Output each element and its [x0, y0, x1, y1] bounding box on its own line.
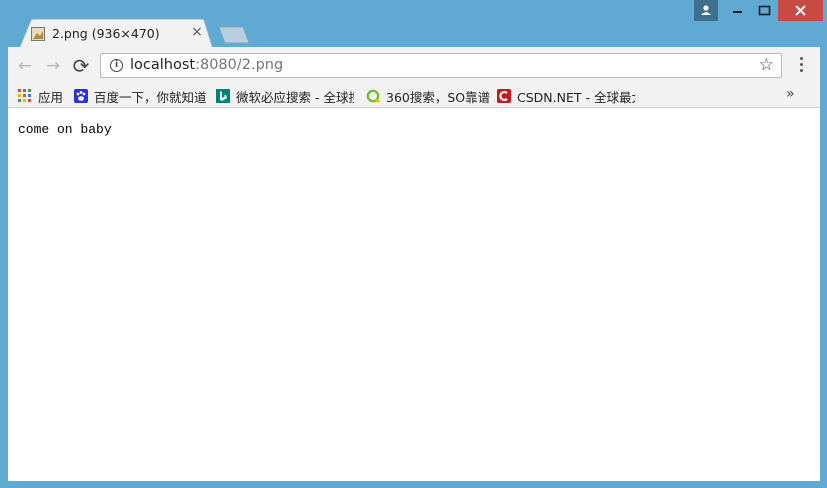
bing-icon [216, 89, 230, 103]
person-icon [701, 5, 711, 15]
bookmark-apps[interactable]: 应用 [18, 86, 63, 106]
bookmark-baidu[interactable]: 百度一下，你就知道 [74, 86, 207, 106]
menu-button[interactable] [796, 57, 806, 75]
maximize-icon [758, 5, 771, 16]
minimize-icon [733, 11, 742, 13]
bookmark-label: 应用 [38, 89, 64, 105]
page-content: come on baby [8, 108, 820, 481]
info-icon[interactable]: i [110, 59, 123, 72]
back-button[interactable]: ← [14, 55, 36, 77]
bookmarks-overflow-icon[interactable]: » [786, 86, 795, 102]
close-icon [795, 5, 806, 16]
reload-button[interactable]: ⟳ [70, 55, 92, 77]
minimize-button[interactable] [724, 0, 751, 21]
tab-title: 2.png (936×470) [52, 26, 160, 41]
bookmark-star-icon[interactable]: ☆ [759, 55, 774, 75]
title-bar: 2.png (936×470) × [0, 0, 827, 49]
toolbar: ← → ⟳ i localhost:8080/2.png ☆ [8, 47, 820, 84]
bookmark-label: 微软必应搜索 - 全球搜 [236, 89, 354, 105]
profile-button[interactable] [694, 0, 718, 21]
baidu-paw-icon [74, 89, 88, 103]
address-bar[interactable]: i localhost:8080/2.png ☆ [100, 53, 782, 78]
new-tab-button[interactable] [216, 26, 252, 44]
bookmark-360[interactable]: 360搜索，SO靠谱 [366, 86, 490, 106]
browser-window: 2.png (936×470) × ← → ⟳ i localhost:8080… [0, 0, 827, 488]
url-host: localhost [130, 57, 196, 73]
url-text[interactable]: localhost:8080/2.png [130, 57, 283, 73]
page-text: come on baby [18, 122, 112, 137]
bookmark-label: CSDN.NET - 全球最大 [517, 89, 635, 105]
apps-grid-icon [18, 89, 32, 103]
bookmark-label: 360搜索，SO靠谱 [386, 89, 491, 105]
forward-button[interactable]: → [42, 55, 64, 77]
menu-dot [799, 69, 803, 72]
image-thumbnail-icon [31, 27, 45, 41]
bookmarks-bar: 应用 百度一下，你就知道 微软必应搜索 - 全球搜 360搜索，SO靠谱 CSD… [8, 84, 820, 108]
bookmark-csdn[interactable]: CSDN.NET - 全球最大 [497, 86, 635, 106]
tab-active[interactable]: 2.png (936×470) × [19, 19, 213, 49]
bookmark-label: 百度一下，你就知道 [94, 89, 207, 105]
url-path: :8080/2.png [195, 57, 284, 73]
csdn-icon [497, 89, 511, 103]
so360-icon [366, 89, 380, 103]
bookmark-bing[interactable]: 微软必应搜索 - 全球搜 [216, 86, 354, 106]
maximize-button[interactable] [751, 0, 778, 21]
menu-dot [799, 63, 803, 66]
menu-dot [799, 57, 803, 60]
close-icon[interactable]: × [189, 24, 205, 40]
close-window-button[interactable] [778, 0, 823, 21]
